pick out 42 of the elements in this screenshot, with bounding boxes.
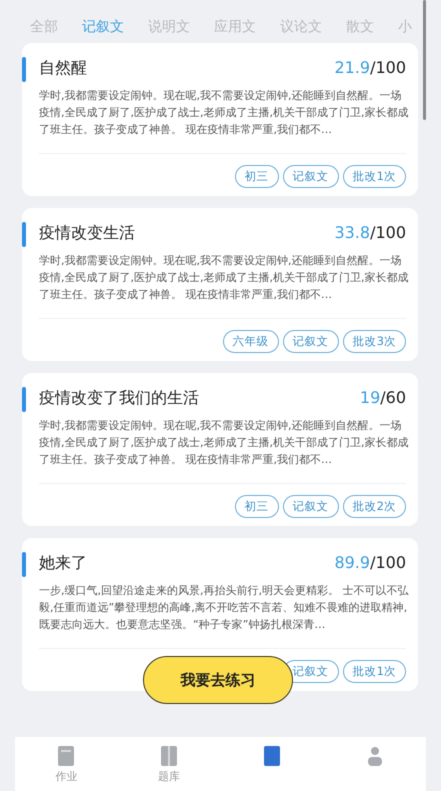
essay-title: 她来了 (39, 552, 87, 574)
essay-tag: 初三 (234, 165, 279, 188)
essay-excerpt: 学时,我都需要设定闹钟。现在呢,我不需要设定闹钟,还能睡到自然醒。一场疫情,全民成了厨了,医护成了战士,老师成了主播,机关干部成了门卫,家长都成了班主任。孩子变成了神兽。 现在疫情非常严重,我们都不… (39, 253, 410, 303)
essay-tag: 初三 (234, 495, 279, 518)
notebook-icon (56, 745, 76, 767)
essay-tag: 记叙文 (282, 495, 339, 518)
essay-tag: 批改1次 (342, 165, 406, 188)
category-tab[interactable]: 说明文 (148, 11, 190, 43)
category-tab[interactable]: 应用文 (214, 11, 256, 43)
essay-tag: 记叙文 (282, 165, 339, 188)
essay-excerpt: 学时,我都需要设定闹钟。现在呢,我不需要设定闹钟,还能睡到自然醒。一场疫情,全民成了厨了,医护成了战士,老师成了主播,机关干部成了门卫,家长都成了班主任。孩子变成了神兽。 现在疫情非常严重,我们都不… (39, 88, 410, 138)
essay-card[interactable]: 疫情改变了我们的生活 19/60 学时,我都需要设定闹钟。现在呢,我不需要设定闹钟,还能睡到自然醒。一场疫情,全民成了厨了,医护成了战士,老师成了主播,机关干部成了门卫,家长都成了班主任。孩子变成了神兽。 现在疫情非常严重,我们都不… 初三 记叙文 批改2次 (22, 373, 418, 526)
essay-tag: 六年级 (222, 330, 279, 353)
essay-title: 疫情改变了我们的生活 (39, 387, 199, 409)
category-tab[interactable]: 全部 (30, 11, 58, 43)
practice-button[interactable]: 我要去练习 (143, 656, 293, 704)
essay-title: 疫情改变生活 (39, 222, 135, 244)
essay-score: 21.9/100 (334, 57, 406, 79)
nav-tab[interactable]: 题库 (118, 737, 220, 791)
essay-excerpt: 学时,我都需要设定闹钟。现在呢,我不需要设定闹钟,还能睡到自然醒。一场疫情,全民成了厨了,医护成了战士,老师成了主播,机关干部成了门卫,家长都成了班主任。孩子变成了神兽。 现在疫情非常严重,我们都不… (39, 418, 410, 468)
accent-bar (22, 552, 26, 577)
essay-card[interactable]: 自然醒 21.9/100 学时,我都需要设定闹钟。现在呢,我不需要设定闹钟,还能睡到自然醒。一场疫情,全民成了厨了,医护成了战士,老师成了主播,机关干部成了门卫,家长都成了班主任。孩子变成了神兽。 现在疫情非常严重,我们都不… 初三 记叙文 批改1次 (22, 43, 418, 196)
essay-score: 89.9/100 (334, 552, 406, 574)
category-tab[interactable]: 小 (398, 11, 412, 43)
nav-tab[interactable]: 作业 (15, 737, 118, 791)
essay-tag: 批改2次 (342, 495, 406, 518)
essay-score: 33.8/100 (334, 222, 406, 244)
category-tab[interactable]: 散文 (346, 11, 374, 43)
essay-excerpt: 一步,缓口气,回望沿途走来的风景,再抬头前行,明天会更精彩。 士不可以不弘毅,任重而道远”攀登理想的高峰,离不开吃苦不言若、知难不畏难的进取精神,既要志向远大。也要意志坚强。“种子专家”钟扬扎根深青… (39, 583, 410, 633)
essay-tag: 批改1次 (342, 660, 406, 683)
essay-tag: 记叙文 (282, 330, 339, 353)
category-tab[interactable]: 议论文 (280, 11, 322, 43)
category-tab[interactable]: 记叙文 (82, 11, 124, 43)
essay-score: 19/60 (360, 387, 406, 409)
essay-title: 自然醒 (39, 57, 87, 79)
accent-bar (22, 57, 26, 82)
essay-card[interactable]: 疫情改变生活 33.8/100 学时,我都需要设定闹钟。现在呢,我不需要设定闹钟,还能睡到自然醒。一场疫情,全民成了厨了,医护成了战士,老师成了主播,机关干部成了门卫,家长都成了班主任。孩子变成了神兽。 现在疫情非常严重,我们都不… 六年级 记叙文 批改3次 (22, 208, 418, 361)
book-icon (159, 745, 180, 767)
accent-bar (22, 387, 26, 412)
essay-tag: 批改3次 (342, 330, 406, 353)
accent-bar (22, 222, 26, 247)
book-icon (262, 745, 282, 767)
